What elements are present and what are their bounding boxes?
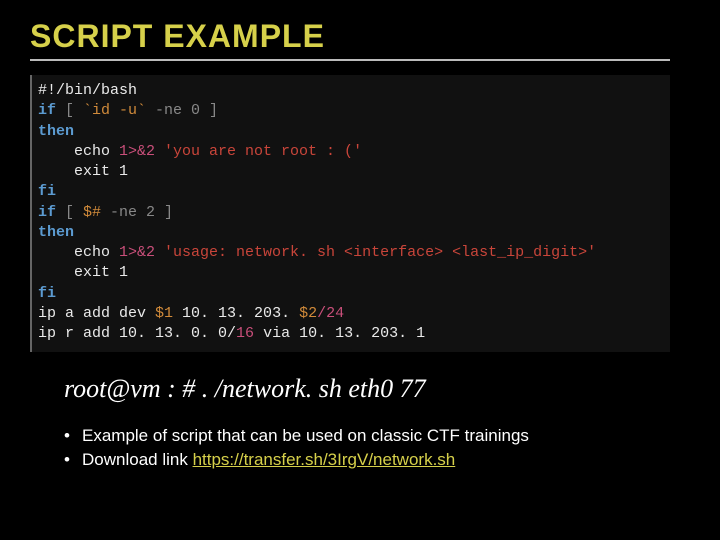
code-text: [ bbox=[56, 204, 83, 221]
code-text: echo bbox=[38, 143, 119, 160]
code-text: exit 1 bbox=[38, 163, 128, 180]
code-keyword: fi bbox=[38, 183, 56, 200]
code-text: 10. 13. 203. bbox=[173, 305, 299, 322]
code-keyword: then bbox=[38, 123, 74, 140]
code-var: `id -u` bbox=[83, 102, 146, 119]
list-item: Example of script that can be used on cl… bbox=[64, 426, 690, 446]
code-op: 1>&2 bbox=[119, 143, 155, 160]
code-num: 24 bbox=[326, 305, 344, 322]
code-string: 'usage: network. sh <interface> <last_ip… bbox=[155, 244, 596, 261]
code-text: exit 1 bbox=[38, 264, 128, 281]
code-var: $# bbox=[83, 204, 101, 221]
code-text: via 10. 13. 203. 1 bbox=[254, 325, 425, 342]
page-title: SCRIPT EXAMPLE bbox=[30, 18, 690, 55]
code-text: [ bbox=[56, 102, 83, 119]
code-text: -ne 0 ] bbox=[146, 102, 218, 119]
code-line: #!/bin/bash bbox=[38, 82, 137, 99]
bullet-list: Example of script that can be used on cl… bbox=[64, 426, 690, 470]
code-text: -ne 2 ] bbox=[101, 204, 173, 221]
code-var: $1 bbox=[155, 305, 173, 322]
download-link[interactable]: https://transfer.sh/3IrgV/network.sh bbox=[193, 450, 456, 469]
title-underline bbox=[30, 59, 670, 61]
code-keyword: then bbox=[38, 224, 74, 241]
code-text: ip r add 10. 13. 0. 0/ bbox=[38, 325, 236, 342]
code-op: / bbox=[317, 305, 326, 322]
code-text: echo bbox=[38, 244, 119, 261]
code-var: $2 bbox=[299, 305, 317, 322]
code-keyword: if bbox=[38, 204, 56, 221]
code-keyword: if bbox=[38, 102, 56, 119]
bullet-text: Download link bbox=[82, 450, 193, 469]
bullet-text: Example of script that can be used on cl… bbox=[82, 426, 529, 445]
code-num: 16 bbox=[236, 325, 254, 342]
code-op: 1>&2 bbox=[119, 244, 155, 261]
code-keyword: fi bbox=[38, 285, 56, 302]
code-block: #!/bin/bash if [ `id -u` -ne 0 ] then ec… bbox=[30, 75, 670, 352]
slide: SCRIPT EXAMPLE #!/bin/bash if [ `id -u` … bbox=[0, 0, 720, 504]
code-string: 'you are not root : (' bbox=[155, 143, 362, 160]
code-text: ip a add dev bbox=[38, 305, 155, 322]
list-item: Download link https://transfer.sh/3IrgV/… bbox=[64, 450, 690, 470]
command-example: root@vm : # . /network. sh eth0 77 bbox=[64, 374, 690, 404]
